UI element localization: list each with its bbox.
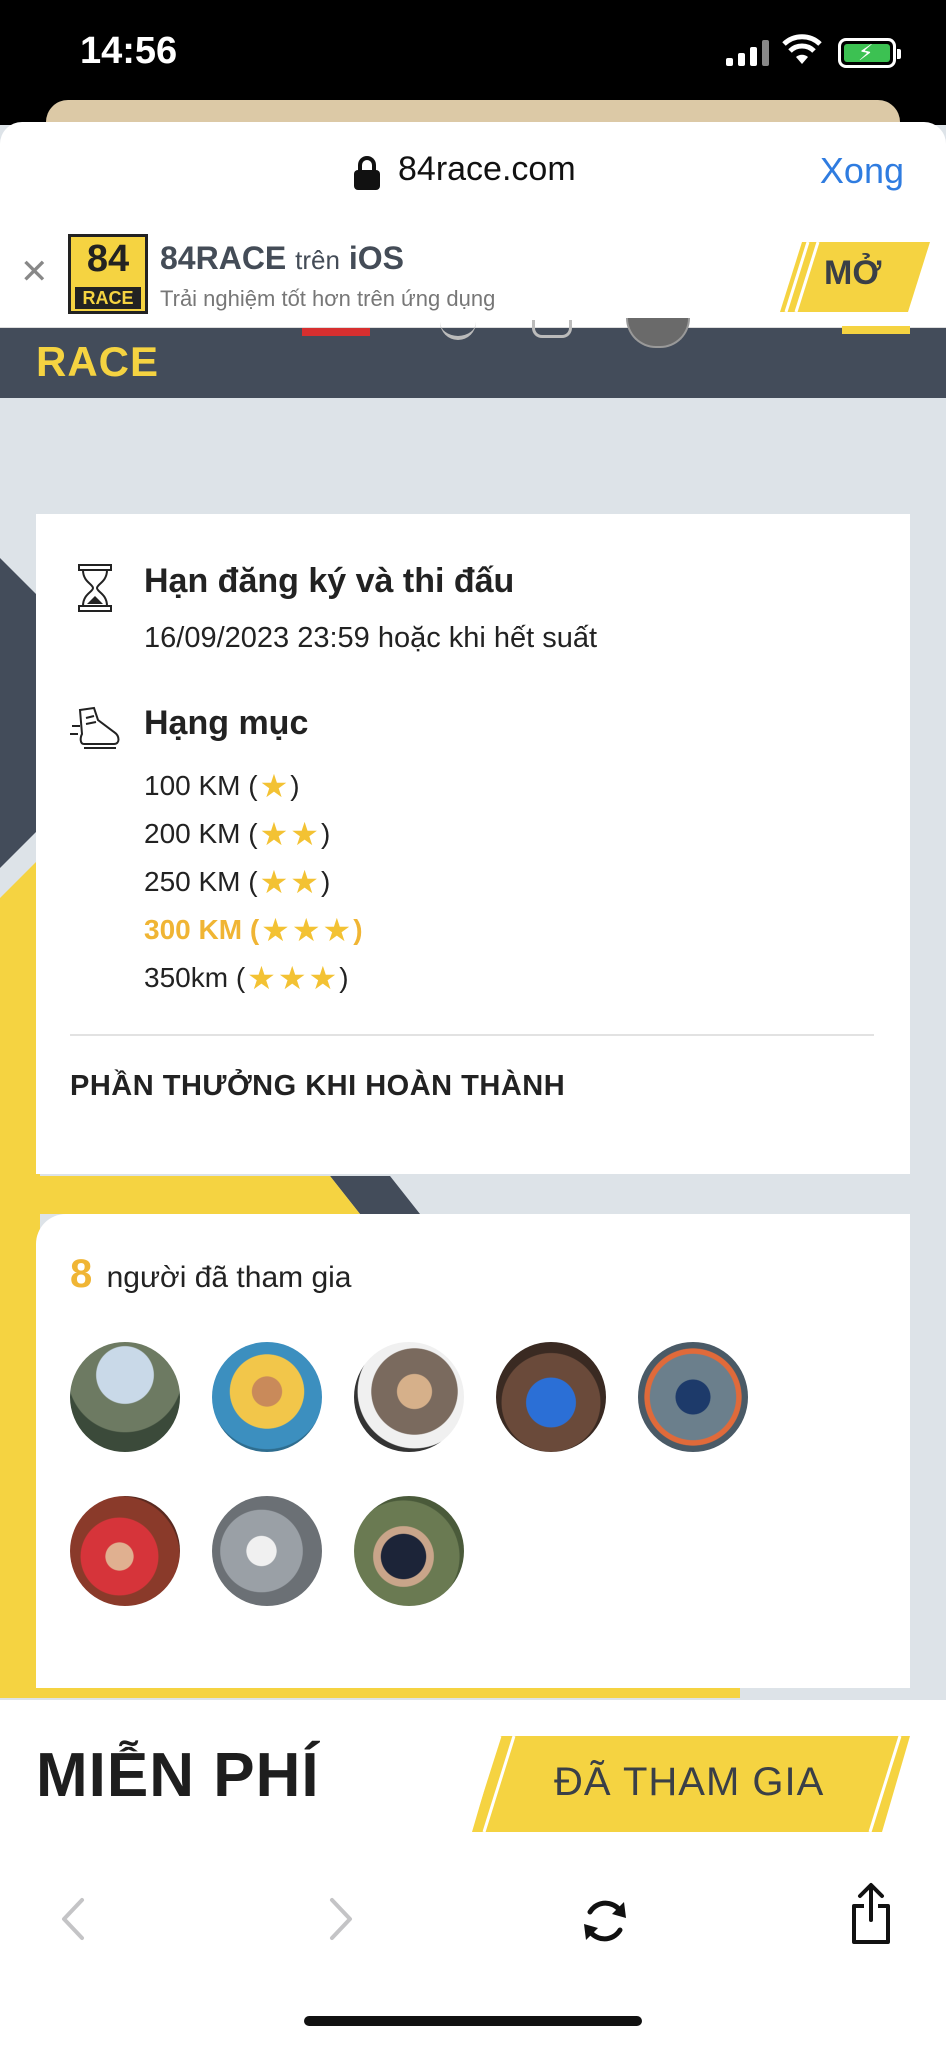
joined-button-label: ĐÃ THAM GIA [554,1760,825,1804]
hourglass-icon [78,564,112,612]
back-icon[interactable] [58,1896,88,1942]
category-item[interactable]: 250 KM (★ ★) [144,858,363,906]
participant-avatar[interactable] [354,1496,464,1606]
app-name: 84RACE [160,240,287,276]
participants-count: 8 người đã tham gia [70,1252,352,1297]
star-icon: ★ [247,960,276,996]
star-rating: ★ ★ ★ [247,962,337,994]
participants-label: người đã tham gia [106,1261,352,1294]
open-app-label: MỞ [824,254,882,292]
platform-label: iOS [348,240,404,276]
star-icon: ★ [308,960,338,996]
participant-avatar[interactable] [70,1496,180,1606]
lock-icon [354,156,380,190]
app-logo-text: RACE [75,287,141,309]
star-rating: ★ ★ ★ [261,914,351,946]
user-icon[interactable] [532,320,572,338]
reward-section-title[interactable]: PHẦN THƯỞNG KHI HOÀN THÀNH [70,1070,565,1103]
categories-list: 100 KM (★) 200 KM (★ ★) 250 KM (★ ★) 300 K… [144,762,363,1002]
star-rating: ★ ★ [260,866,319,898]
star-icon: ★ [261,912,290,948]
site-logo[interactable]: RACE [36,338,159,386]
open-app-button[interactable]: MỞ [780,242,930,312]
participant-avatar[interactable] [354,1342,464,1452]
app-logo-number: 84 [86,238,130,280]
smart-app-banner: ✕ 84 RACE 84RACE trên iOS Trải nghiệm tố… [0,222,946,328]
site-header: RACE [0,328,946,398]
category-label: 100 KM [144,770,241,801]
url-text[interactable]: 84race.com [398,150,576,189]
status-time: 14:56 [80,30,178,72]
participant-avatar[interactable] [70,1342,180,1452]
category-label: 300 KM [144,914,243,945]
cellular-signal-icon [726,40,769,66]
participant-avatar[interactable] [212,1496,322,1606]
app-banner-subtitle: Trải nghiệm tốt hơn trên ứng dụng [160,286,496,311]
wifi-icon [782,34,822,64]
home-indicator[interactable] [304,2016,642,2026]
star-rating: ★ ★ [260,818,319,850]
star-icon: ★ [290,864,319,900]
star-icon: ★ [322,912,352,948]
battery-icon: ⚡ [838,38,901,68]
star-icon: ★ [291,912,321,948]
participants-number: 8 [70,1252,93,1296]
category-label: 250 KM [144,866,241,897]
on-label: trên [295,245,340,275]
star-icon: ★ [290,816,319,852]
forward-icon[interactable] [326,1896,356,1942]
star-icon: ★ [277,960,307,996]
registration-title: Hạn đăng ký và thi đấu [144,562,515,600]
category-item[interactable]: 200 KM (★ ★) [144,810,363,858]
joined-button[interactable]: ĐÃ THAM GIA [470,1734,910,1834]
app-logo: 84 RACE [68,234,148,314]
categories-title: Hạng mục [144,704,309,742]
category-label: 350km [144,962,229,993]
refresh-icon[interactable] [580,1896,630,1946]
share-icon[interactable] [850,1882,892,1946]
menu-icon[interactable] [842,326,910,334]
category-label: 200 KM [144,818,241,849]
done-button[interactable]: Xong [820,150,904,192]
registration-deadline: 16/09/2023 23:59 hoặc khi hết suất [144,622,598,654]
participant-avatar[interactable] [638,1342,748,1452]
divider [70,1034,874,1036]
category-item[interactable]: 100 KM (★) [144,762,363,810]
participant-avatar[interactable] [496,1342,606,1452]
language-flag-icon[interactable] [302,328,370,336]
close-icon[interactable]: ✕ [20,252,49,292]
category-item[interactable]: 350km (★ ★ ★) [144,954,363,1002]
running-shoe-icon [70,706,120,749]
app-banner-title: 84RACE trên iOS [160,240,404,277]
star-icon: ★ [259,816,289,852]
star-rating: ★ [260,770,289,802]
price-label: MIỄN PHÍ [36,1741,320,1810]
participant-avatar[interactable] [212,1342,322,1452]
star-icon: ★ [259,768,289,804]
category-item-selected[interactable]: 300 KM (★ ★ ★) [144,906,363,954]
star-icon: ★ [259,864,289,900]
